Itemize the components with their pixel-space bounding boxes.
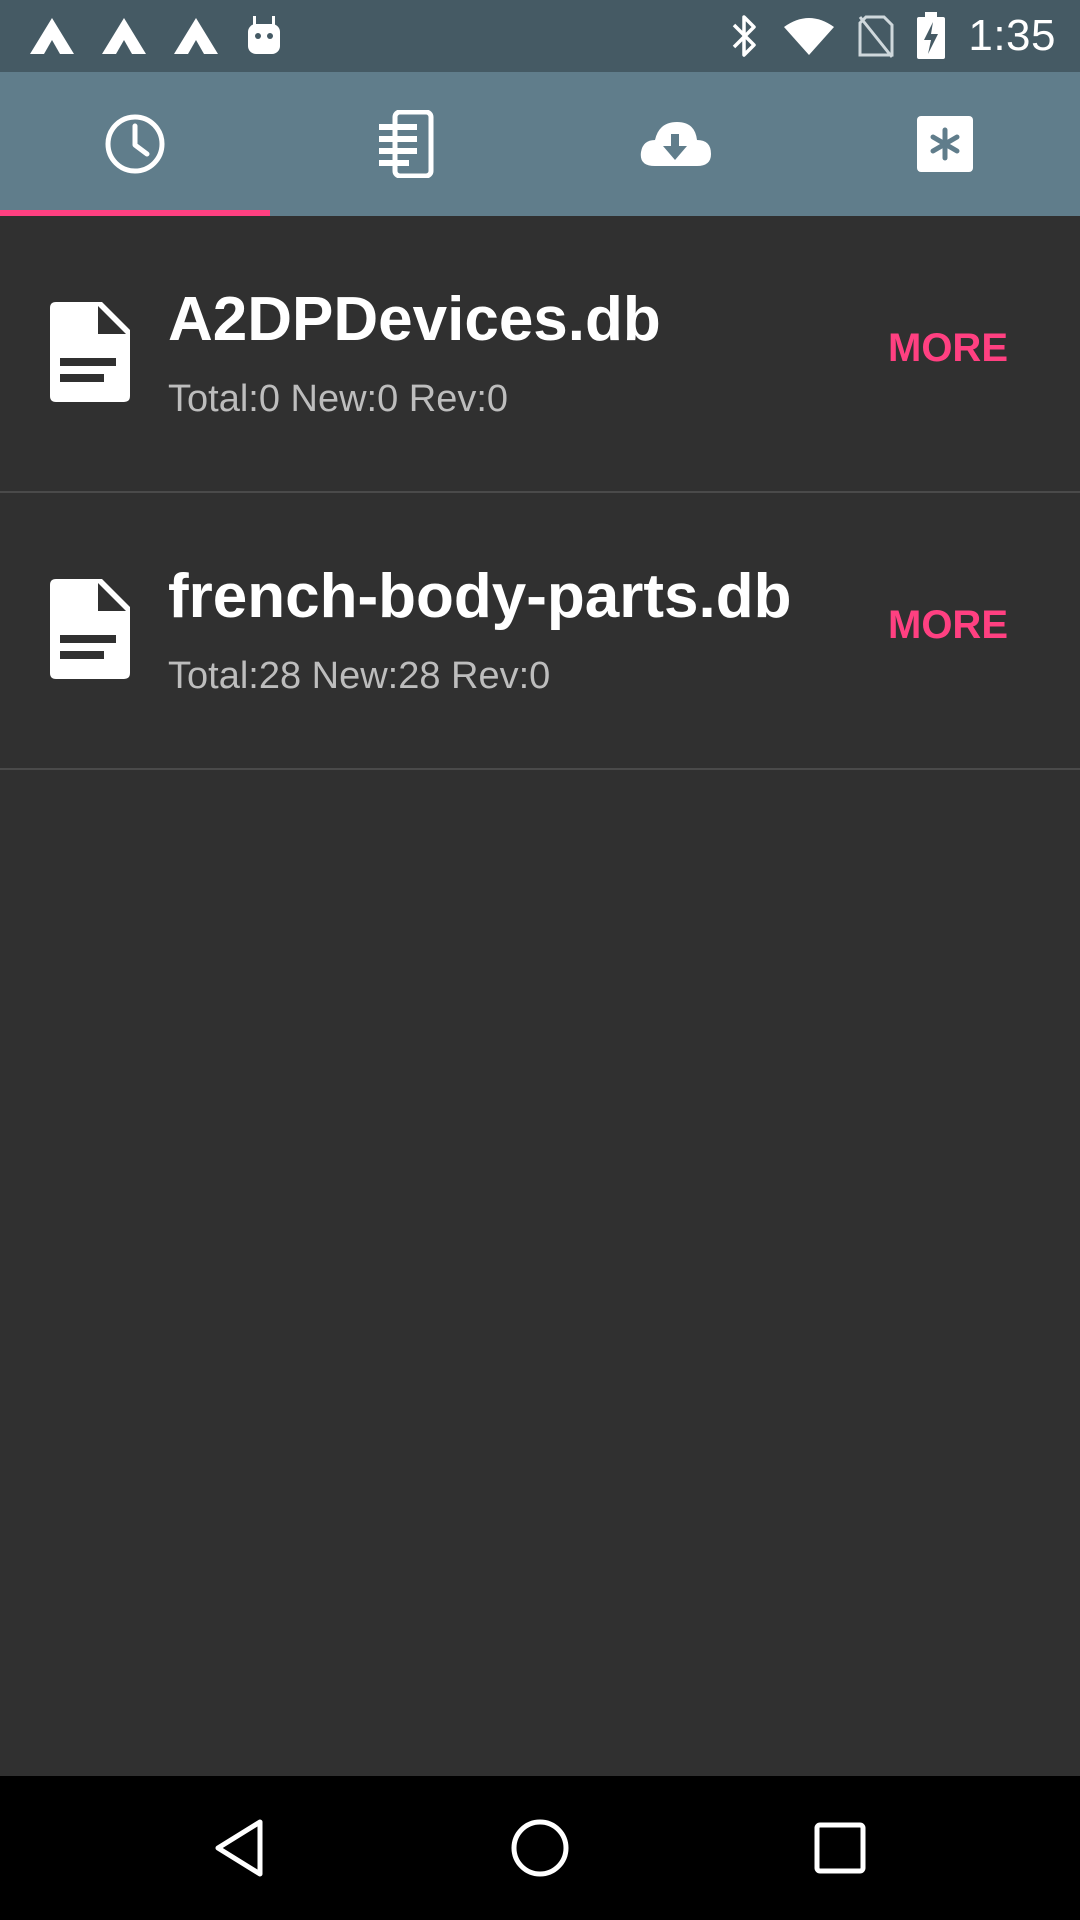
system-icons: 1:35 xyxy=(730,0,1056,72)
back-icon xyxy=(215,1819,263,1877)
file-icon xyxy=(50,302,130,402)
status-bar: 1:35 xyxy=(0,0,1080,72)
wifi-icon xyxy=(784,18,835,55)
cloud-download-icon xyxy=(640,122,711,166)
recents-button[interactable] xyxy=(768,1776,912,1920)
deck-name: A2DPDevices.db xyxy=(168,285,661,354)
device-list-icon xyxy=(379,110,434,178)
tab-settings[interactable] xyxy=(810,72,1080,216)
file-icon xyxy=(50,579,130,679)
tab-recent[interactable] xyxy=(0,72,270,216)
back-button[interactable] xyxy=(168,1776,312,1920)
no-sim-icon xyxy=(858,15,894,58)
list-item[interactable]: french-body-parts.db Total:28 New:28 Rev… xyxy=(0,493,1080,770)
deck-stats: Total:28 New:28 Rev:0 xyxy=(168,655,551,697)
asterisk-icon xyxy=(917,116,973,172)
home-icon xyxy=(511,1819,569,1877)
home-button[interactable] xyxy=(468,1776,612,1920)
recents-icon xyxy=(814,1822,866,1874)
notification-icons xyxy=(28,12,284,60)
tab-bar xyxy=(0,72,1080,216)
warning-triangle-icon xyxy=(30,18,74,54)
tab-decks[interactable] xyxy=(270,72,540,216)
battery-charging-icon xyxy=(917,12,946,59)
tab-download[interactable] xyxy=(540,72,810,216)
warning-triangle-icon xyxy=(174,18,218,54)
navigation-bar xyxy=(0,1776,1080,1920)
more-button[interactable]: MORE xyxy=(888,603,1008,648)
warning-triangle-icon xyxy=(102,18,146,54)
clock-icon xyxy=(105,114,165,174)
deck-stats: Total:0 New:0 Rev:0 xyxy=(168,378,509,420)
bluetooth-icon xyxy=(733,15,757,57)
more-button[interactable]: MORE xyxy=(888,326,1008,371)
status-time: 1:35 xyxy=(968,11,1056,60)
android-icon xyxy=(248,16,280,54)
deck-name: french-body-parts.db xyxy=(168,562,792,631)
deck-list: A2DPDevices.db Total:0 New:0 Rev:0 MORE … xyxy=(0,216,1080,770)
list-item[interactable]: A2DPDevices.db Total:0 New:0 Rev:0 MORE xyxy=(0,216,1080,493)
